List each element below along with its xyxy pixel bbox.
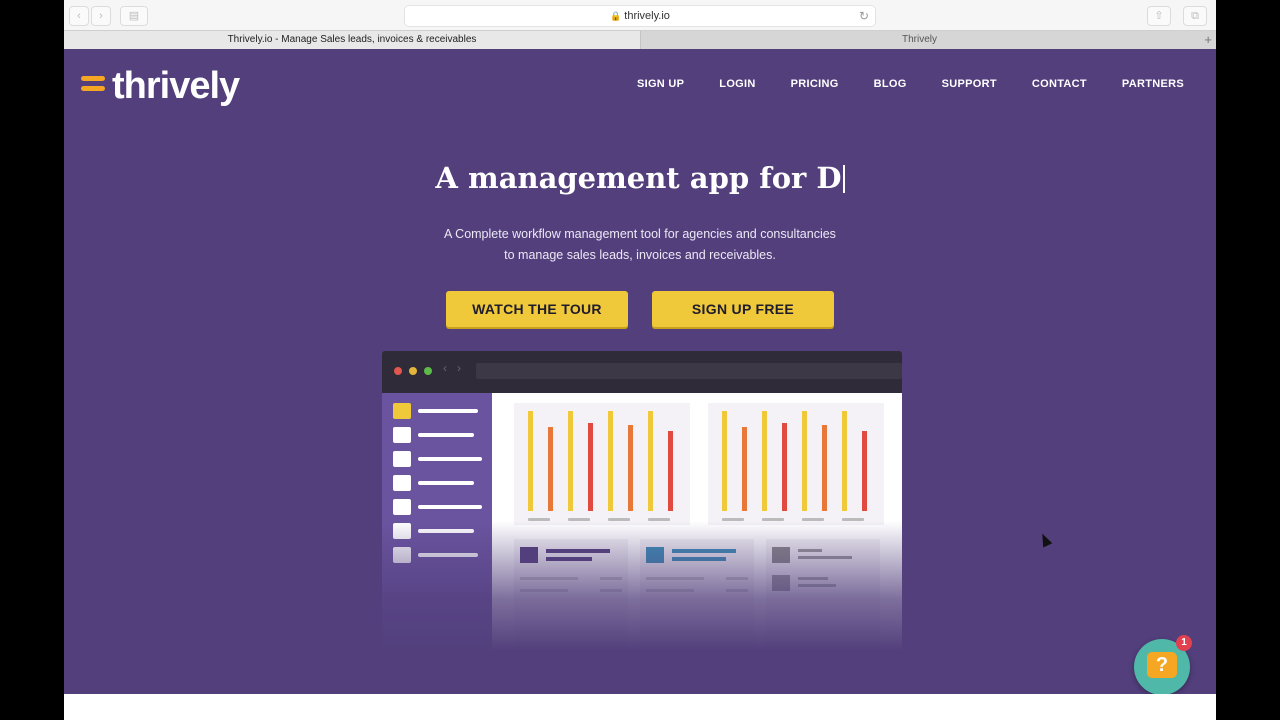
preview-bar: [628, 425, 633, 511]
hero-headline: A management app for D: [64, 161, 1216, 195]
page-bottom-strip: [64, 694, 1216, 720]
address-text: thrively.io: [624, 10, 670, 22]
logo-mark-icon: [81, 76, 105, 96]
preview-bar: [722, 411, 727, 511]
hero-subtitle-line2: to manage sales leads, invoices and rece…: [504, 248, 776, 262]
tabs-overview-button[interactable]: ⧉: [1183, 6, 1207, 26]
preview-bar: [822, 425, 827, 511]
typing-caret: [842, 165, 845, 193]
preview-bar: [588, 423, 593, 511]
preview-bar: [548, 427, 553, 511]
hero-headline-text: A management app for D: [435, 161, 842, 195]
sign-up-free-button[interactable]: SIGN UP FREE: [652, 291, 834, 327]
preview-chart-card: [708, 403, 884, 525]
nav-partners[interactable]: PARTNERS: [1122, 78, 1184, 90]
preview-bar: [668, 431, 673, 511]
hero-subtitle-line1: A Complete workflow management tool for …: [444, 227, 836, 241]
sidebar-toggle-button[interactable]: ▤: [120, 6, 148, 26]
nav-blog[interactable]: BLOG: [874, 78, 907, 90]
share-button[interactable]: ⇧: [1147, 6, 1171, 26]
browser-toolbar: ‹ › ▤ 🔒 thrively.io ↻ ⇧ ⧉: [64, 0, 1216, 30]
reload-icon[interactable]: ↻: [859, 6, 869, 26]
preview-bar: [782, 423, 787, 511]
new-tab-icon[interactable]: +: [1204, 31, 1212, 48]
preview-bar: [568, 411, 573, 511]
minimize-dot-icon: [409, 367, 417, 375]
preview-bar: [648, 411, 653, 511]
nav-login[interactable]: LOGIN: [719, 78, 755, 90]
app-preview-illustration: ‹ ›: [382, 351, 902, 651]
preview-url-bar: [476, 363, 902, 379]
preview-bar: [842, 411, 847, 511]
landing-page: thrively SIGN UP LOGIN PRICING BLOG SUPP…: [64, 49, 1216, 694]
nav-sign-up[interactable]: SIGN UP: [637, 78, 684, 90]
help-chat-button[interactable]: ? 1: [1134, 635, 1192, 694]
back-button[interactable]: ‹: [69, 6, 89, 26]
tab-bar: Thrively.io - Manage Sales leads, invoic…: [64, 30, 1216, 50]
preview-bar: [608, 411, 613, 511]
nav-contact[interactable]: CONTACT: [1032, 78, 1087, 90]
forward-button[interactable]: ›: [91, 6, 111, 26]
tab-thrively-main[interactable]: Thrively.io - Manage Sales leads, invoic…: [64, 31, 641, 49]
preview-bar: [528, 411, 533, 511]
mouse-cursor-icon: [1037, 531, 1053, 548]
lock-icon: 🔒: [610, 11, 622, 21]
preview-fade-overlay: [382, 521, 902, 651]
nav-support[interactable]: SUPPORT: [942, 78, 997, 90]
preview-forward-icon: ›: [457, 361, 461, 375]
help-question-icon: ?: [1147, 652, 1177, 678]
preview-bar: [742, 427, 747, 511]
address-bar[interactable]: 🔒 thrively.io ↻: [404, 5, 876, 27]
nav-pricing[interactable]: PRICING: [791, 78, 839, 90]
notification-badge: 1: [1176, 635, 1192, 651]
watch-tour-button[interactable]: WATCH THE TOUR: [446, 291, 628, 327]
preview-bar: [802, 411, 807, 511]
preview-chart-card: [514, 403, 690, 525]
tab-thrively[interactable]: Thrively: [641, 31, 1198, 49]
preview-bar: [862, 431, 867, 511]
hero-subtitle: A Complete workflow management tool for …: [64, 224, 1216, 266]
close-dot-icon: [394, 367, 402, 375]
preview-window-bar: ‹ ›: [382, 351, 902, 393]
browser-window: ‹ › ▤ 🔒 thrively.io ↻ ⇧ ⧉ Thrively.io - M…: [64, 0, 1216, 720]
logo-text: thrively: [112, 65, 240, 107]
zoom-dot-icon: [424, 367, 432, 375]
preview-bar: [762, 411, 767, 511]
preview-back-icon: ‹: [443, 361, 447, 375]
main-nav: SIGN UP LOGIN PRICING BLOG SUPPORT CONTA…: [602, 78, 1184, 90]
